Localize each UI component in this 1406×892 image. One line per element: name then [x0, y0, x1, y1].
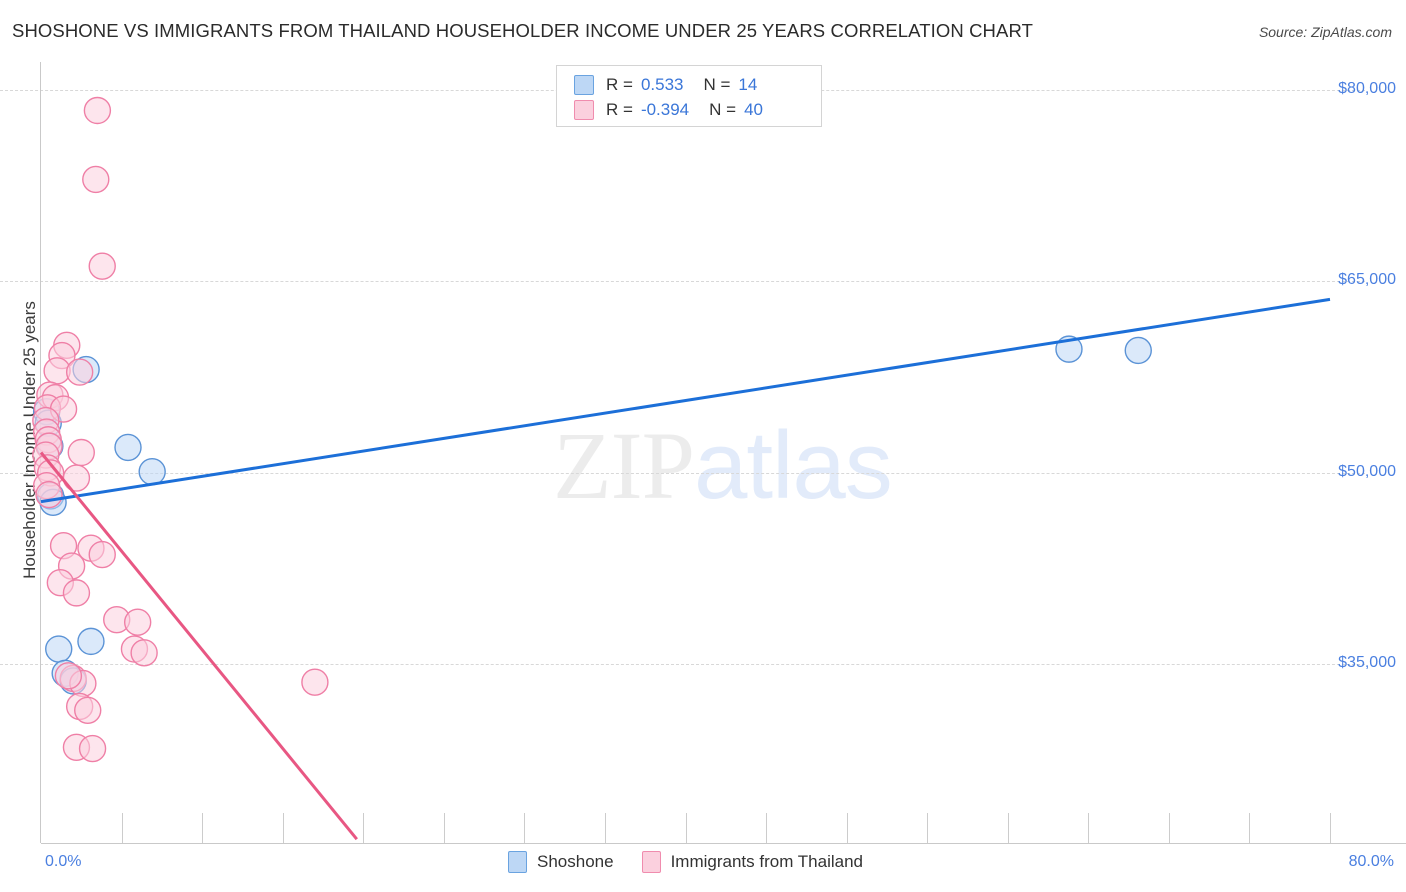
scatter-point[interactable]: [83, 96, 112, 125]
scatter-point[interactable]: [1124, 336, 1152, 365]
series-legend-item-shoshone[interactable]: Shoshone: [508, 851, 614, 873]
scatter-point[interactable]: [45, 635, 73, 663]
series-label-thailand: Immigrants from Thailand: [670, 852, 863, 871]
scatter-point[interactable]: [82, 165, 110, 194]
r-label-shoshone: R =: [606, 75, 633, 94]
series-swatch-thailand: [641, 851, 661, 873]
series-legend-item-thailand[interactable]: Immigrants from Thailand: [641, 851, 863, 873]
scatter-point[interactable]: [301, 668, 329, 696]
scatter-point[interactable]: [78, 734, 107, 763]
scatter-point[interactable]: [88, 252, 116, 280]
scatter-point[interactable]: [67, 438, 95, 467]
series-label-shoshone: Shoshone: [537, 852, 614, 871]
correlation-chart: SHOSHONE VS IMMIGRANTS FROM THAILAND HOU…: [0, 0, 1406, 892]
r-value-thailand: -0.394: [640, 100, 690, 119]
r-value-shoshone: 0.533: [640, 75, 684, 94]
scatter-point[interactable]: [123, 608, 152, 636]
scatter-point[interactable]: [54, 662, 83, 690]
stats-legend-row-shoshone: R = 0.533 N = 14: [574, 72, 757, 98]
n-label-thailand: N =: [709, 100, 737, 119]
scatter-point[interactable]: [35, 480, 63, 509]
scatter-point[interactable]: [88, 540, 116, 569]
stats-legend-row-thailand: R = -0.394 N = 40: [574, 97, 763, 123]
scatter-point[interactable]: [114, 433, 142, 462]
series-swatch-shoshone: [508, 851, 527, 873]
n-value-shoshone: 14: [738, 75, 758, 94]
x-axis-max-label: 80.0%: [1348, 853, 1394, 870]
scatter-point[interactable]: [138, 457, 166, 486]
n-value-thailand: 40: [744, 100, 763, 119]
scatter-point[interactable]: [62, 579, 91, 607]
scatter-plot-area: [32, 96, 1331, 841]
series-shoshone: [32, 335, 1152, 695]
n-label-shoshone: N =: [703, 75, 731, 94]
scatter-point[interactable]: [130, 639, 158, 667]
scatter-point[interactable]: [77, 627, 105, 656]
legend-swatch-thailand: [574, 100, 594, 120]
scatter-point[interactable]: [74, 696, 102, 724]
r-label-thailand: R =: [606, 100, 633, 119]
trendline-shoshone: [40, 297, 1331, 504]
x-axis-min-label: 0.0%: [45, 853, 82, 870]
series-legend: Shoshone Immigrants from Thailand: [508, 851, 863, 873]
series-immigrants-from-thailand: [32, 96, 329, 763]
stats-legend: R = 0.533 N = 14 R = -0.394 N = 40: [556, 65, 822, 127]
scatter-point[interactable]: [65, 358, 94, 386]
legend-swatch-shoshone: [574, 75, 594, 95]
